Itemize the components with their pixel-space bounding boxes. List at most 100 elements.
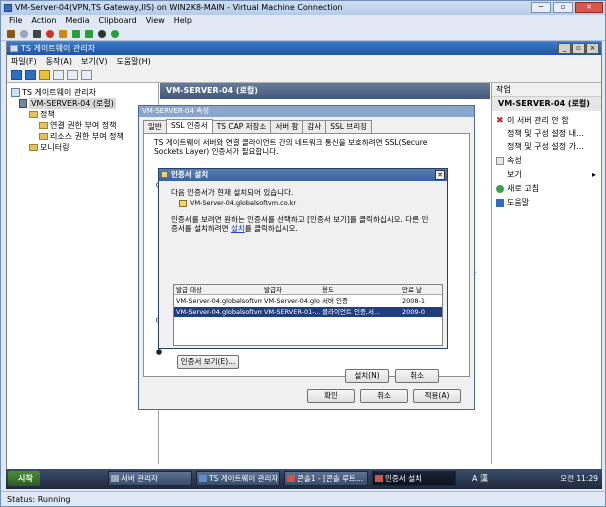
- action-export-policy[interactable]: 정책 및 구성 설정 내...: [496, 128, 584, 139]
- certificate-icon: [161, 171, 168, 178]
- reset-icon[interactable]: [85, 29, 93, 38]
- properties-title: VM-SERVER-04 속성: [139, 106, 474, 117]
- start-button[interactable]: 시작: [8, 471, 40, 486]
- action-refresh[interactable]: 새로 고침: [496, 183, 539, 194]
- taskbar-ts-gateway[interactable]: TS 게이트웨이 관리자: [196, 471, 280, 486]
- ctrl-alt-del-icon[interactable]: [7, 29, 15, 38]
- console-icon: [287, 475, 295, 482]
- install-line1: 다음 인증서가 현재 설치되어 있습니다.: [171, 188, 294, 197]
- action-properties[interactable]: 속성: [496, 155, 522, 166]
- forward-icon[interactable]: [25, 70, 36, 80]
- folder-icon: [39, 133, 48, 140]
- mmc-menu-help[interactable]: 도움말(H): [116, 55, 150, 68]
- install-title-bar: 인증서 설치: [159, 169, 447, 181]
- tab-audit[interactable]: 감사: [302, 120, 327, 133]
- install-link[interactable]: 설치: [231, 224, 245, 233]
- snapshot-icon[interactable]: [98, 29, 106, 38]
- tab-server-farm[interactable]: 서버 팜: [270, 120, 304, 133]
- maximize-icon[interactable]: ▫: [553, 2, 573, 13]
- action-import-policy[interactable]: 정책 및 구성 설정 가...: [496, 141, 584, 152]
- action-unmanage[interactable]: ✖ 이 서버 관리 안 함: [496, 115, 569, 126]
- tab-ssl-bridging[interactable]: SSL 브리징: [325, 120, 373, 133]
- table-row[interactable]: VM-Server-04.globalsoftvm.co.kr VM-SERVE…: [174, 307, 442, 317]
- taskbar-server-manager[interactable]: 서버 관리자: [108, 471, 192, 486]
- folder-icon: [39, 122, 48, 129]
- menu-file[interactable]: File: [9, 15, 22, 27]
- menu-media[interactable]: Media: [65, 15, 89, 27]
- export-list-icon[interactable]: [67, 70, 78, 80]
- help-book-icon: [496, 198, 504, 207]
- center-header: VM-SERVER-04 (로컬): [160, 83, 490, 99]
- revert-icon[interactable]: [111, 29, 119, 38]
- table-row[interactable]: VM-Server-04.globalsoftvm.co.kr VM-Serve…: [174, 296, 442, 306]
- shutdown-icon[interactable]: [46, 29, 54, 38]
- install-line2: 인증서를 보려면 원하는 인증서를 선택하고 [인증서 보기]를 클릭하십시오.…: [171, 215, 429, 224]
- menu-clipboard[interactable]: Clipboard: [98, 15, 136, 27]
- menu-view[interactable]: View: [146, 15, 165, 27]
- menu-help[interactable]: Help: [174, 15, 192, 27]
- tab-general[interactable]: 일반: [143, 120, 167, 133]
- folder-icon: [29, 144, 38, 151]
- tree-policy[interactable]: 정책: [29, 109, 55, 120]
- start-icon[interactable]: [20, 29, 28, 38]
- turn-off-icon[interactable]: [33, 29, 41, 38]
- menu-action[interactable]: Action: [31, 15, 56, 27]
- language-bar[interactable]: A 漢: [472, 473, 488, 484]
- apply-button[interactable]: 적용(A): [413, 389, 461, 403]
- show-tree-icon[interactable]: [53, 70, 64, 80]
- ts-gateway-icon: [199, 475, 207, 482]
- view-cert-button[interactable]: 인증서 보기(E)...: [177, 355, 239, 369]
- col-expiry[interactable]: 만료 날: [400, 285, 440, 294]
- properties-icon: [496, 156, 504, 165]
- folder-icon: [29, 111, 38, 118]
- action-help[interactable]: 도움말: [496, 197, 529, 208]
- tree-res-policy[interactable]: 리소스 권한 부여 정책: [39, 131, 124, 142]
- cancel-button[interactable]: 취소: [360, 389, 408, 403]
- install-close-icon[interactable]: ✕: [435, 170, 445, 180]
- ok-button[interactable]: 확인: [307, 389, 355, 403]
- minimize-icon[interactable]: ─: [531, 2, 551, 13]
- install-cancel-button[interactable]: 취소: [395, 369, 439, 383]
- install-cert-dialog: 인증서 설치 ✕ 다음 인증서가 현재 설치되어 있습니다. VM-Server…: [158, 168, 448, 383]
- mmc-minimize-icon[interactable]: _: [558, 43, 571, 54]
- tab-ts-cap-store[interactable]: TS CAP 저장소: [211, 120, 272, 133]
- mmc-menu-action[interactable]: 동작(A): [46, 55, 72, 68]
- tree-monitor[interactable]: 모니터링: [29, 142, 69, 153]
- actions-server[interactable]: VM-SERVER-04 (로컬): [492, 97, 601, 111]
- properties-tabs: 일반 SSL 인증서 TS CAP 저장소 서버 팜 감사 SSL 브리징: [143, 119, 373, 133]
- refresh-icon: [496, 184, 504, 193]
- col-issuer[interactable]: 발급자: [262, 285, 320, 294]
- red-x-icon: ✖: [496, 115, 504, 126]
- mmc-menu-view[interactable]: 보기(V): [81, 55, 107, 68]
- tree-root[interactable]: TS 게이트웨이 관리자: [11, 87, 96, 98]
- ts-gateway-icon: [11, 88, 20, 97]
- back-icon[interactable]: [11, 70, 22, 80]
- radio-option-3[interactable]: [156, 349, 162, 355]
- install-button[interactable]: 설치(N): [345, 369, 389, 383]
- tab-ssl-cert[interactable]: SSL 인증서: [165, 119, 213, 133]
- console-tree: TS 게이트웨이 관리자 VM-SERVER-04 (로컬) 정책 연결 권한 …: [7, 83, 159, 464]
- vm-title: VM-Server-04(VPN,TS Gateway,IIS) on WIN2…: [15, 3, 343, 12]
- col-purpose[interactable]: 용도: [320, 285, 400, 294]
- up-folder-icon[interactable]: [39, 70, 50, 80]
- install-line3: 증서를 설치하려면 설치를 클릭하십시오.: [171, 224, 298, 233]
- pause-icon[interactable]: [72, 29, 80, 38]
- col-issued-to[interactable]: 발급 대상: [174, 285, 262, 294]
- actions-pane: 작업 VM-SERVER-04 (로컬) ✖ 이 서버 관리 안 함 정책 및 …: [491, 83, 601, 464]
- mmc-restore-icon[interactable]: ▫: [572, 43, 585, 54]
- certificate-icon: [179, 200, 187, 207]
- current-cert: VM-Server-04.globalsoftvm.co.kr: [179, 199, 296, 208]
- taskbar-install-cert[interactable]: 인증서 설치: [372, 471, 456, 486]
- action-view[interactable]: 보기 ▸: [496, 169, 596, 180]
- vm-status-bar: Status: Running: [1, 491, 605, 506]
- mmc-menu-file[interactable]: 파일(F): [11, 55, 37, 68]
- mmc-close-icon[interactable]: ×: [586, 43, 599, 54]
- taskbar-console[interactable]: 콘솔1 - [콘솔 루트...: [284, 471, 368, 486]
- tree-conn-policy[interactable]: 연결 권한 부여 정책: [39, 120, 117, 131]
- save-state-icon[interactable]: [59, 29, 67, 38]
- tree-server[interactable]: VM-SERVER-04 (로컬): [19, 98, 116, 109]
- close-icon[interactable]: ✕: [575, 2, 603, 13]
- help-icon[interactable]: [81, 70, 92, 80]
- mmc-toolbar: [7, 68, 601, 83]
- guest-screen[interactable]: TS 게이트웨이 관리자 _ ▫ × 파일(F) 동작(A) 보기(V) 도움말…: [6, 41, 602, 488]
